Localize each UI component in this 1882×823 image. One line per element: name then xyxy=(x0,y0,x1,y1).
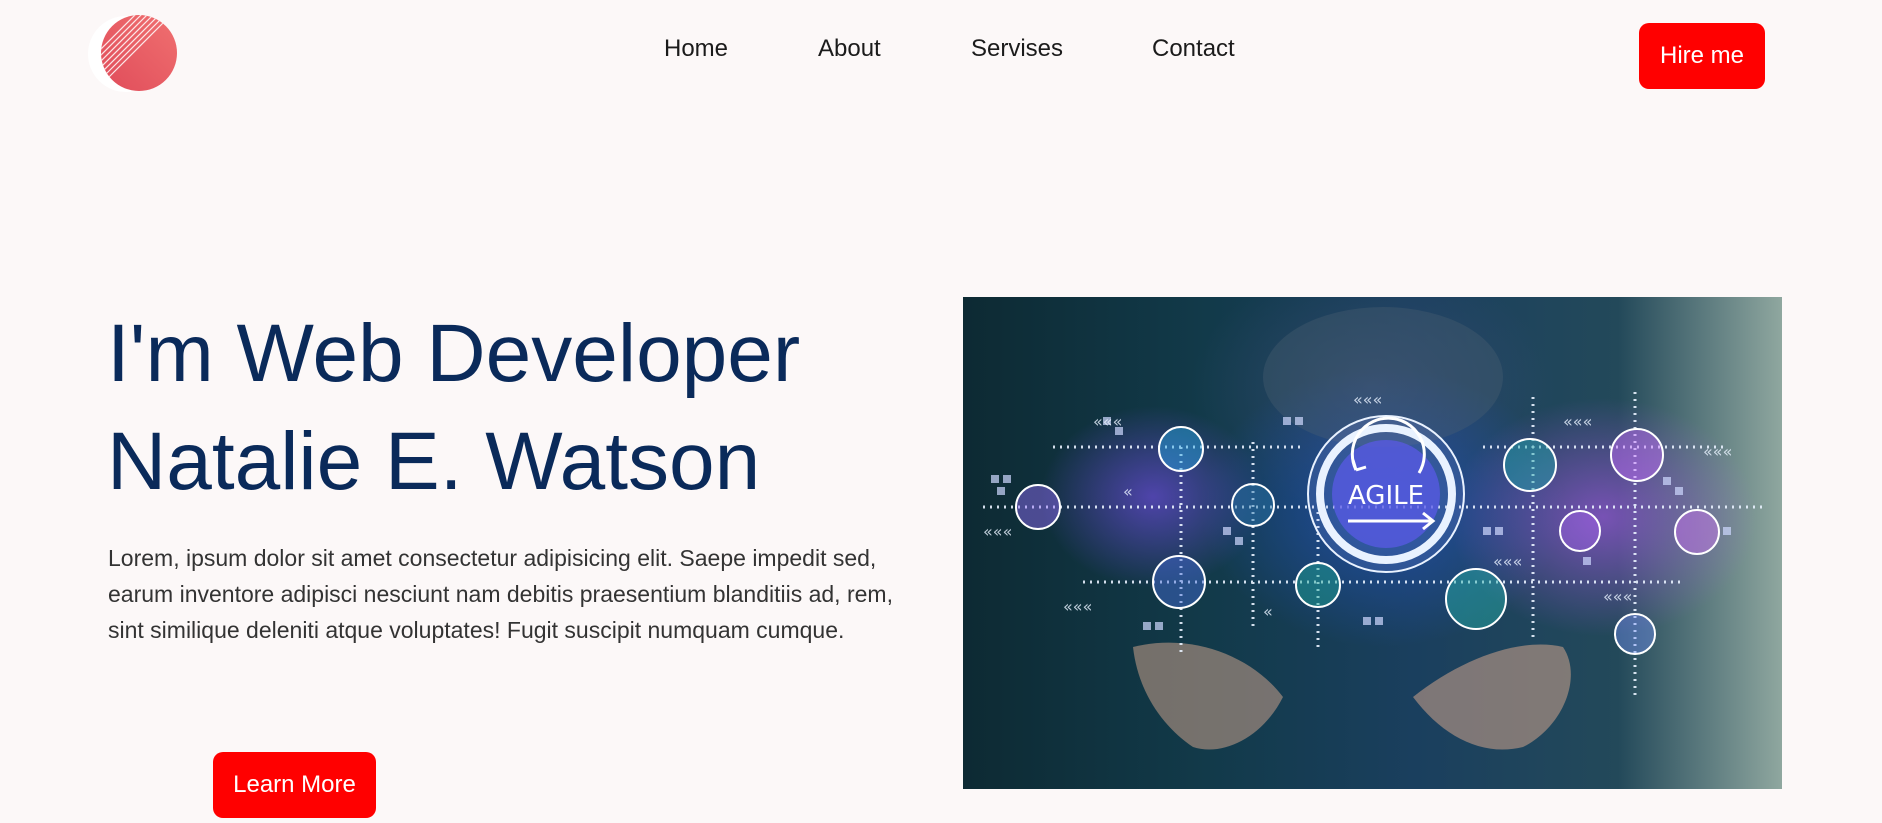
hero-image: ««« ««« ««« ««« ««« ««« ««« ««« « « AGIL… xyxy=(963,297,1782,789)
learn-more-button[interactable]: Learn More xyxy=(213,752,376,818)
hire-me-button[interactable]: Hire me xyxy=(1639,23,1765,89)
hero-title-line1: I'm Web Developer xyxy=(107,308,801,399)
main-nav: Home About Servises Contact xyxy=(0,34,1882,64)
svg-text:«««: ««« xyxy=(1093,412,1122,431)
svg-text:«««: ««« xyxy=(1063,597,1092,616)
page: Home About Servises Contact Hire me I'm … xyxy=(0,0,1882,823)
hero-title-line2: Natalie E. Watson xyxy=(107,416,761,507)
svg-text:«««: ««« xyxy=(1353,390,1382,409)
nav-home-link[interactable]: Home xyxy=(664,34,728,64)
nav-contact-link[interactable]: Contact xyxy=(1152,34,1235,64)
svg-text:«««: ««« xyxy=(1603,587,1632,606)
hero-title: I'm Web Developer Natalie E. Watson xyxy=(107,300,800,516)
svg-text:«««: ««« xyxy=(1563,412,1592,431)
svg-text:«««: ««« xyxy=(1703,442,1732,461)
svg-text:«: « xyxy=(1263,602,1273,621)
svg-text:«««: ««« xyxy=(1493,552,1522,571)
nav-about-link[interactable]: About xyxy=(818,34,881,64)
agile-label: AGILE xyxy=(1348,481,1424,511)
nav-services-link[interactable]: Servises xyxy=(971,34,1063,64)
agile-network-illustration: ««« ««« ««« ««« ««« ««« ««« ««« « « AGIL… xyxy=(983,307,1763,750)
hero-description: Lorem, ipsum dolor sit amet consectetur … xyxy=(108,545,893,643)
agile-cycle-icon: AGILE xyxy=(1307,415,1465,573)
svg-text:«««: ««« xyxy=(983,522,1012,541)
svg-text:«: « xyxy=(1123,482,1133,501)
